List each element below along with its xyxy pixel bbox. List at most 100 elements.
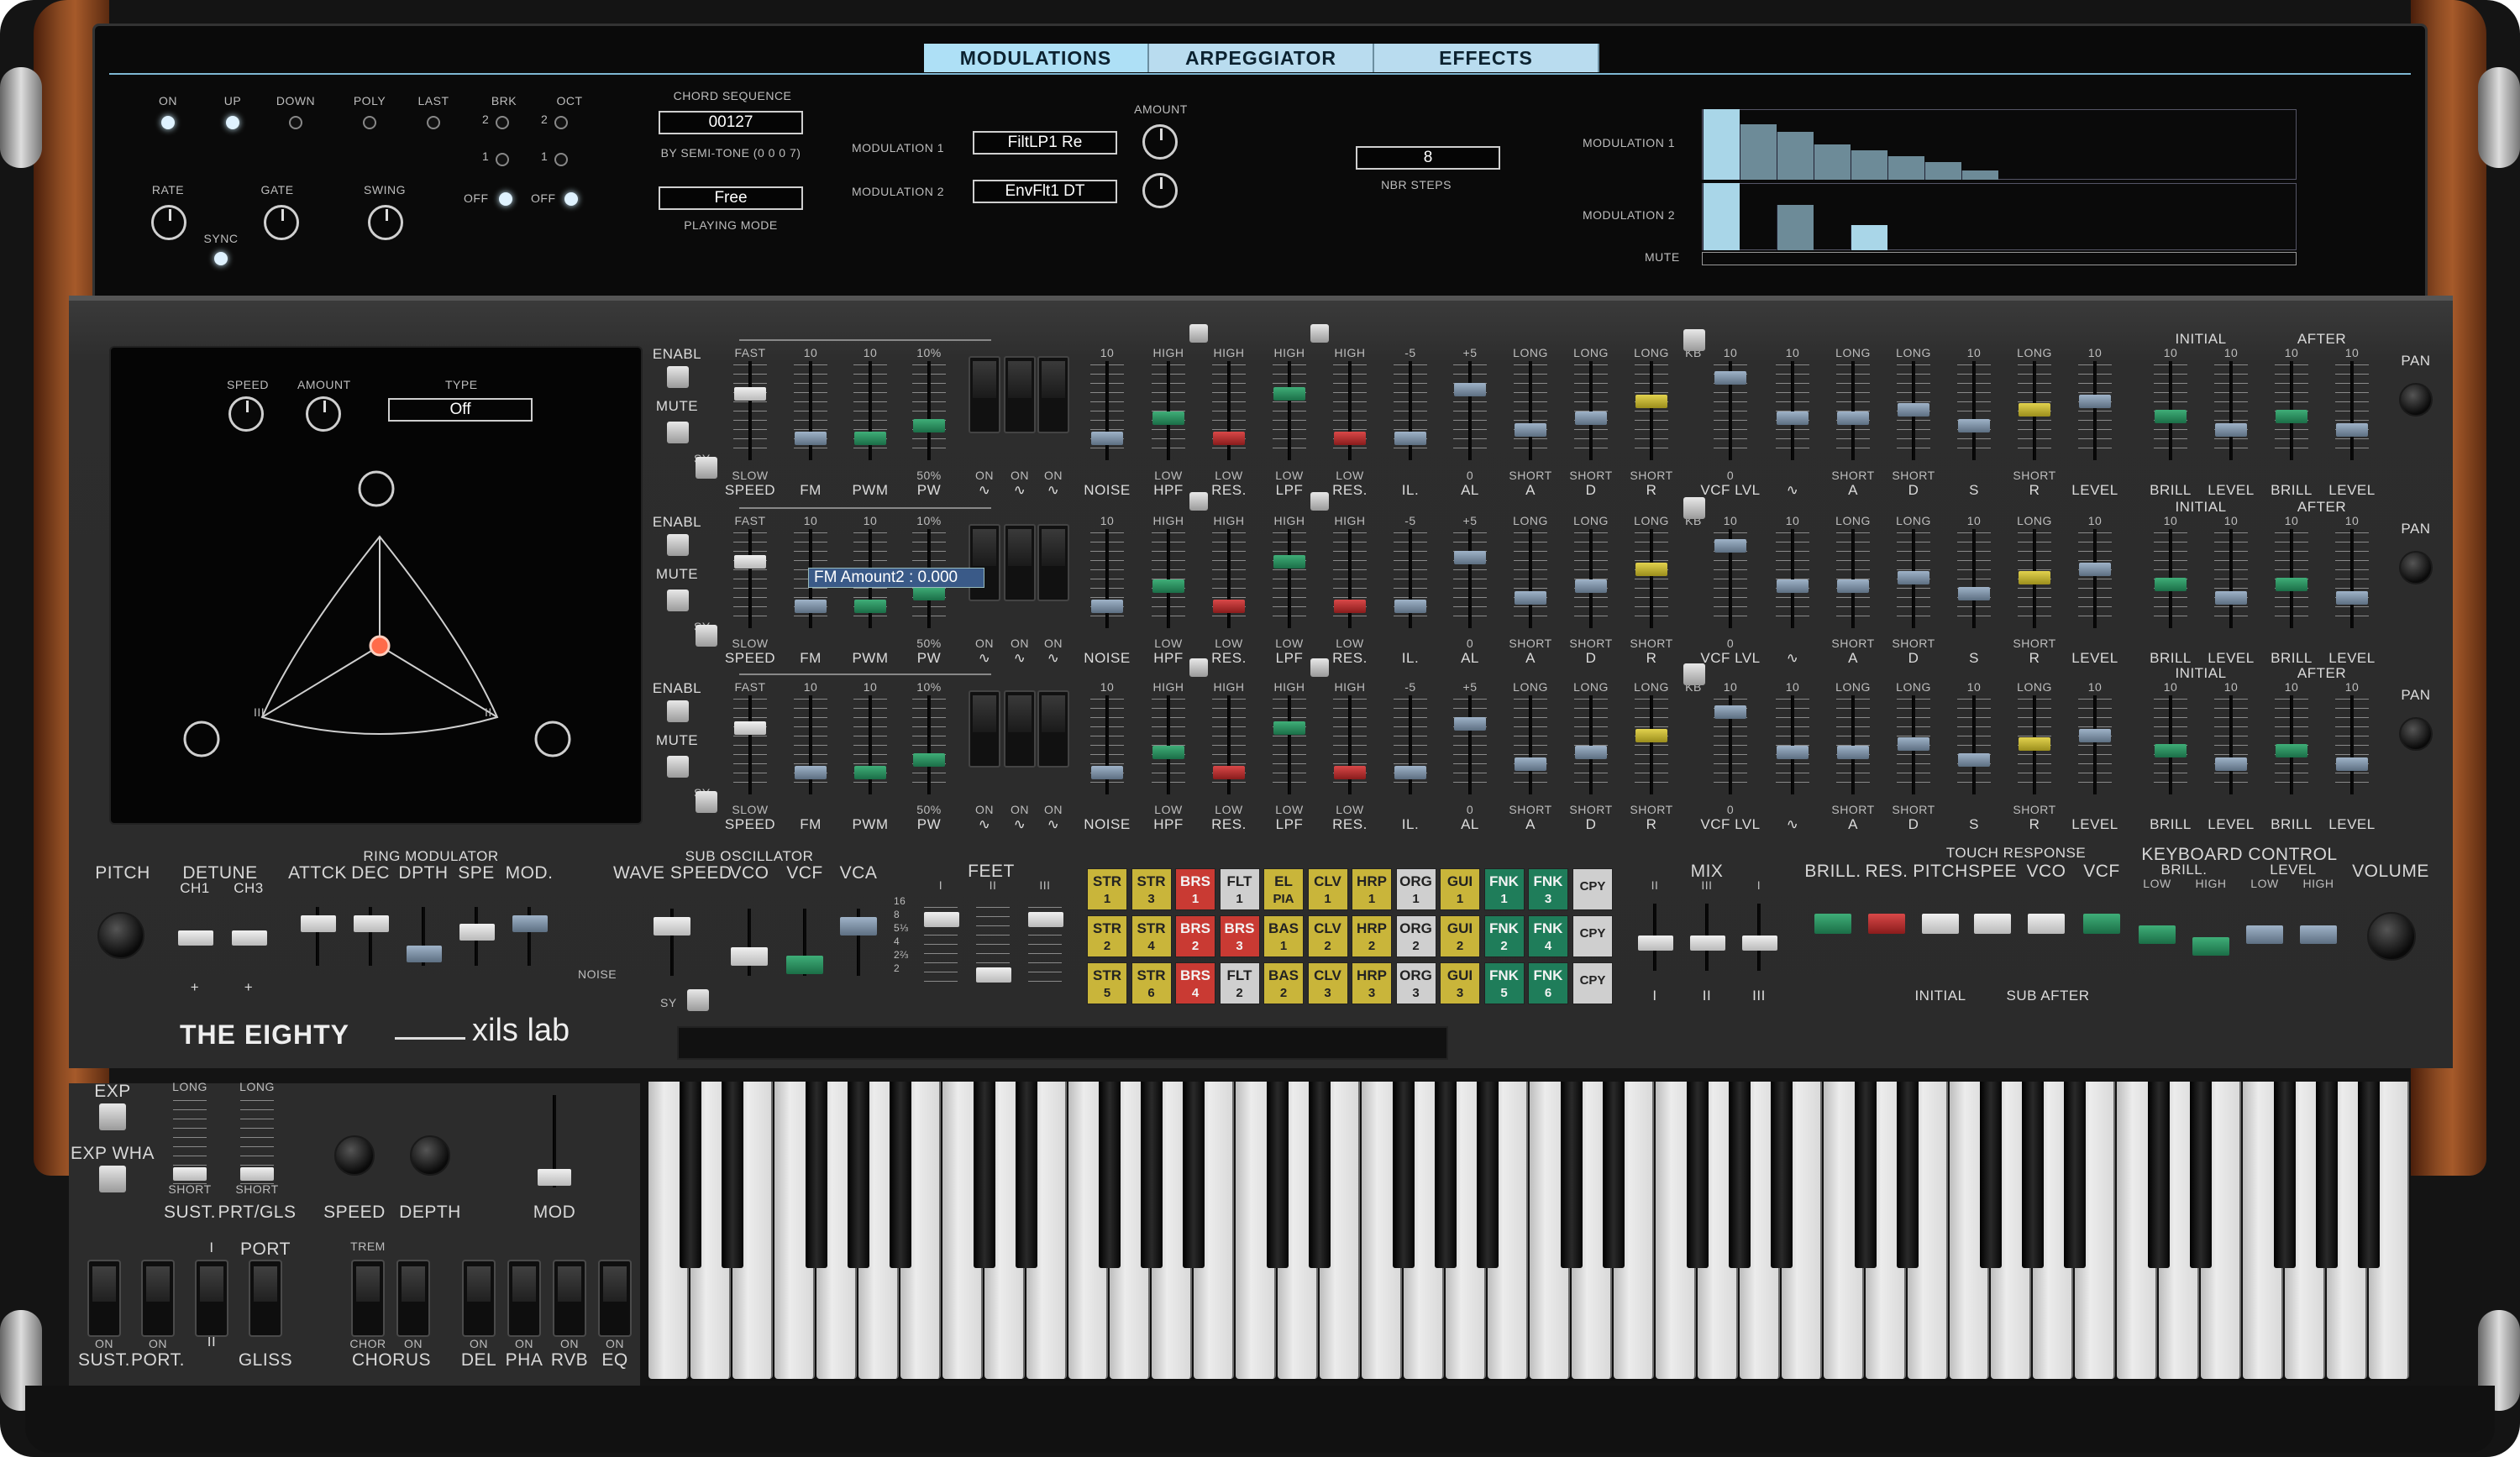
feet-fader[interactable]	[976, 967, 1011, 983]
preset-button[interactable]: FLT 2	[1219, 962, 1260, 1004]
black-key[interactable]	[973, 1082, 995, 1268]
preset-button[interactable]: FNK 5	[1483, 962, 1525, 1004]
black-key[interactable]	[1560, 1082, 1583, 1268]
mute-checkbox[interactable]	[667, 756, 689, 778]
black-key[interactable]	[1728, 1082, 1751, 1268]
copy-button[interactable]: CPY	[1572, 962, 1613, 1004]
perf-switch[interactable]	[507, 1260, 541, 1337]
exp-wha-button[interactable]	[99, 1166, 126, 1192]
fader-cap[interactable]	[1152, 745, 1184, 759]
mod1-step-bar[interactable]	[1924, 162, 1961, 180]
sync-checkbox[interactable]	[696, 625, 717, 647]
fader-cap[interactable]	[1515, 757, 1546, 771]
fader-cap[interactable]	[2079, 729, 2111, 743]
pitch-ribbon[interactable]	[677, 1026, 1448, 1060]
mod1-step-bar[interactable]	[1887, 156, 1924, 180]
row-select-checkbox[interactable]	[1310, 324, 1329, 343]
fader-cap[interactable]	[2019, 571, 2050, 584]
fader-cap[interactable]	[913, 419, 945, 433]
mod2-amount-knob[interactable]	[1142, 173, 1178, 208]
row-select-checkbox[interactable]	[1189, 324, 1208, 343]
arp-option-led[interactable]	[554, 153, 568, 166]
fader-cap[interactable]	[1334, 765, 1366, 779]
perf-switch[interactable]	[249, 1260, 282, 1337]
preset-button[interactable]: BRS 3	[1219, 915, 1260, 957]
fader-cap[interactable]	[2336, 757, 2368, 771]
black-key[interactable]	[1015, 1082, 1037, 1268]
arp-off-led[interactable]	[499, 192, 512, 206]
black-key[interactable]	[1896, 1082, 1919, 1268]
black-key[interactable]	[2274, 1082, 2297, 1268]
black-key[interactable]	[1309, 1082, 1331, 1268]
preset-button[interactable]: EL PIA	[1263, 868, 1304, 910]
arp-led-poly[interactable]	[363, 116, 376, 129]
mod2-step-bar[interactable]	[1851, 224, 1887, 250]
fader-cap[interactable]	[1575, 579, 1607, 593]
fader-cap[interactable]	[2215, 423, 2247, 437]
touch-fader[interactable]	[1974, 914, 2011, 934]
fader-cap[interactable]	[734, 554, 766, 569]
kb-fader[interactable]	[2192, 937, 2229, 956]
waveform-switch[interactable]	[969, 690, 1000, 768]
fader-cap[interactable]	[1898, 571, 1929, 584]
fader-cap[interactable]	[913, 587, 945, 601]
detune-fader[interactable]	[178, 930, 213, 946]
black-key[interactable]	[889, 1082, 911, 1268]
tab-effects[interactable]: EFFECTS	[1374, 44, 1599, 72]
preset-button[interactable]: FNK 4	[1528, 915, 1568, 957]
black-key[interactable]	[805, 1082, 827, 1268]
black-key[interactable]	[1435, 1082, 1457, 1268]
black-key[interactable]	[1267, 1082, 1289, 1268]
kb-checkbox[interactable]	[1683, 329, 1705, 351]
fader-cap[interactable]	[1273, 386, 1305, 401]
touch-fader[interactable]	[1814, 914, 1851, 934]
preset-button[interactable]: STR 3	[1131, 868, 1172, 910]
fader-cap[interactable]	[2215, 591, 2247, 605]
mod2-step-bar[interactable]	[1703, 183, 1740, 250]
fader-cap[interactable]	[1152, 579, 1184, 593]
preset-button[interactable]: STR 1	[1087, 868, 1127, 910]
exp-button[interactable]	[99, 1103, 126, 1130]
xy-speed-knob[interactable]	[228, 396, 264, 432]
fader-cap[interactable]	[1334, 431, 1366, 445]
fader-cap[interactable]	[1273, 554, 1305, 569]
pan-knob[interactable]	[2399, 383, 2433, 417]
fader-cap[interactable]	[1515, 423, 1546, 437]
pitch-knob[interactable]	[97, 912, 144, 959]
perf-switch[interactable]	[396, 1260, 430, 1337]
fader-cap[interactable]	[1454, 717, 1486, 731]
mod1-amount-knob[interactable]	[1142, 124, 1178, 160]
black-key[interactable]	[1770, 1082, 1793, 1268]
preset-button[interactable]: HRP 2	[1352, 915, 1392, 957]
fader-cap[interactable]	[1714, 370, 1746, 385]
perf-switch[interactable]	[598, 1260, 632, 1337]
mod1-step-bar[interactable]	[1703, 109, 1740, 180]
arp-rate-knob[interactable]	[151, 205, 186, 240]
fader-cap[interactable]	[1575, 411, 1607, 425]
waveform-switch[interactable]	[1004, 524, 1036, 601]
preset-button[interactable]: BRS 2	[1175, 915, 1215, 957]
waveform-switch[interactable]	[969, 524, 1000, 601]
sync-checkbox[interactable]	[696, 457, 717, 479]
fader-cap[interactable]	[1635, 729, 1667, 743]
nbr-steps-display[interactable]: 8	[1356, 146, 1500, 170]
volume-knob[interactable]	[2367, 912, 2416, 961]
fader-cap[interactable]	[1454, 383, 1486, 396]
preset-button[interactable]: BAS 1	[1263, 915, 1304, 957]
arp-gate-knob[interactable]	[264, 205, 299, 240]
preset-button[interactable]: CLV 1	[1307, 868, 1348, 910]
fader-cap[interactable]	[795, 431, 827, 445]
kb-checkbox[interactable]	[1683, 663, 1705, 685]
fader-cap[interactable]	[1958, 587, 1990, 601]
ring-fader[interactable]	[354, 915, 389, 932]
black-key[interactable]	[2358, 1082, 2381, 1268]
mix-fader[interactable]	[1690, 936, 1725, 951]
mod1-step-bar[interactable]	[1814, 144, 1851, 180]
preset-button[interactable]: CLV 2	[1307, 915, 1348, 957]
fader-cap[interactable]	[1394, 431, 1426, 445]
arp-option-led[interactable]	[554, 116, 568, 129]
fader-cap[interactable]	[2019, 403, 2050, 417]
black-key[interactable]	[1141, 1082, 1163, 1268]
preset-button[interactable]: FNK 3	[1528, 868, 1568, 910]
fader-cap[interactable]	[1152, 411, 1184, 425]
